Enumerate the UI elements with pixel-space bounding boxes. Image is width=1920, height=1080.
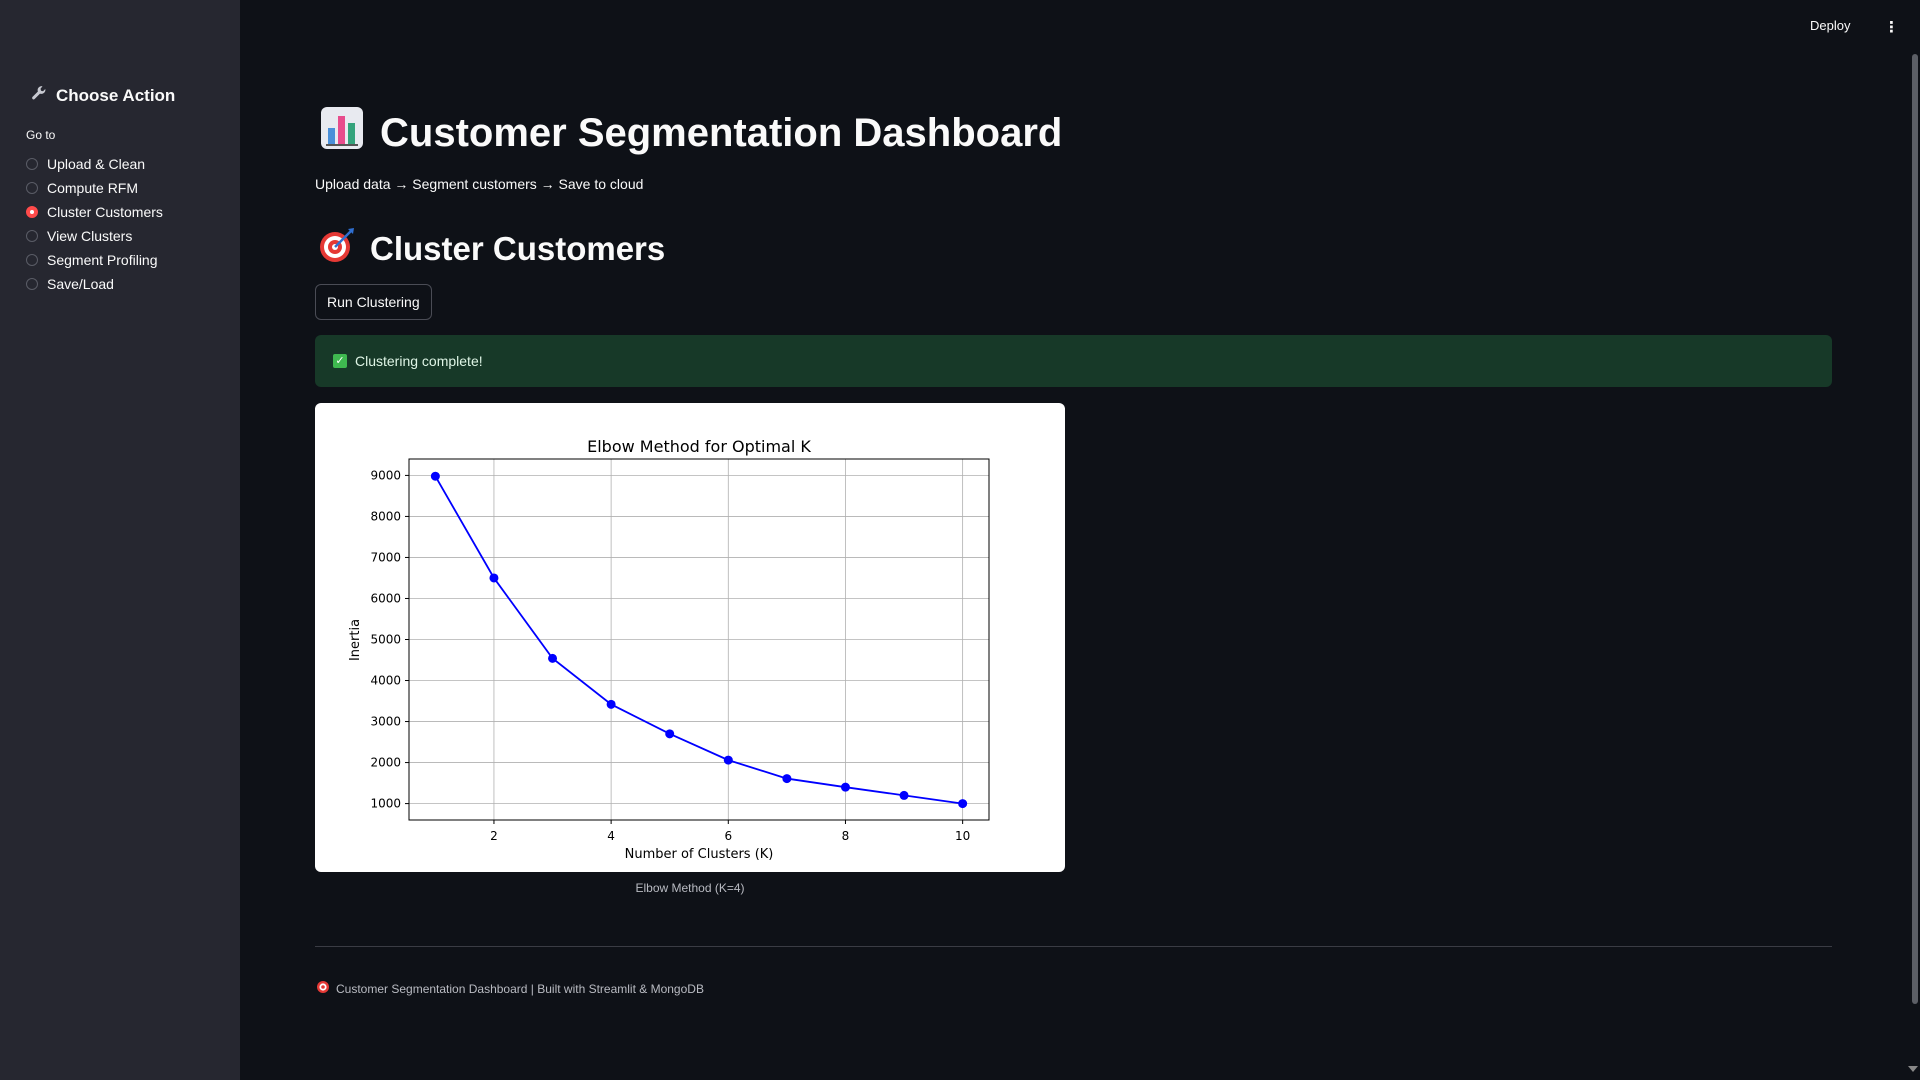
x-tick-label: 4 bbox=[607, 829, 615, 843]
nav-save-load[interactable]: Save/Load bbox=[26, 272, 163, 296]
nav-item-label: Cluster Customers bbox=[47, 204, 163, 220]
section-title-text: Cluster Customers bbox=[370, 230, 666, 267]
sidebar-title: Choose Action bbox=[30, 84, 175, 107]
check-icon: ✓ bbox=[333, 354, 347, 368]
goto-label: Go to bbox=[26, 128, 56, 142]
series-line bbox=[434, 475, 963, 805]
success-alert: ✓ Clustering complete! bbox=[315, 335, 1832, 387]
radio-circle[interactable] bbox=[26, 230, 38, 242]
chart-series bbox=[430, 471, 968, 809]
radio-circle[interactable] bbox=[26, 182, 38, 194]
nav-item-label: Save/Load bbox=[47, 276, 114, 292]
run-clustering-button[interactable]: Run Clustering bbox=[315, 284, 432, 320]
nav-segment-profiling[interactable]: Segment Profiling bbox=[26, 248, 163, 272]
footer-divider bbox=[315, 946, 1832, 947]
y-tick-label: 5000 bbox=[370, 633, 401, 647]
page-subtitle: Upload data → Segment customers → Save t… bbox=[315, 176, 644, 192]
data-point-marker bbox=[548, 653, 558, 663]
nav-item-label: Segment Profiling bbox=[47, 252, 158, 268]
data-point-marker bbox=[899, 790, 909, 800]
x-axis-label: Number of Clusters (K) bbox=[625, 847, 774, 862]
y-tick-label: 6000 bbox=[370, 591, 401, 605]
x-tick-label: 2 bbox=[490, 829, 498, 843]
nav-upload-clean[interactable]: Upload & Clean bbox=[26, 152, 163, 176]
y-tick-label: 4000 bbox=[370, 674, 401, 688]
x-tick-label: 6 bbox=[724, 829, 732, 843]
data-point-marker bbox=[665, 729, 675, 739]
nav-item-label: Compute RFM bbox=[47, 180, 139, 196]
data-point-marker bbox=[723, 755, 733, 765]
y-tick-label: 9000 bbox=[370, 468, 401, 482]
y-tick-label: 3000 bbox=[370, 715, 401, 729]
data-point-marker bbox=[958, 799, 968, 809]
wrench-icon bbox=[30, 84, 48, 107]
data-point-marker bbox=[840, 782, 850, 792]
elbow-chart: 2 4 6 8 10 1000 2000 3000 4000 5000 6000 7000 8000 90… bbox=[348, 437, 990, 862]
elbow-chart-card: 2 4 6 8 10 1000 2000 3000 4000 5000 6000 7000 8000 90… bbox=[315, 403, 1065, 872]
y-tick-label: 7000 bbox=[370, 550, 401, 564]
nav-view-clusters[interactable]: View Clusters bbox=[26, 224, 163, 248]
target-icon bbox=[316, 980, 330, 997]
page-title: Customer Segmentation Dashboard bbox=[320, 106, 1062, 160]
radio-circle[interactable] bbox=[26, 158, 38, 170]
radio-circle[interactable] bbox=[26, 278, 38, 290]
chart-ticks: 2 4 6 8 10 1000 2000 3000 4000 5000 6000 7000 8000 90… bbox=[370, 468, 970, 843]
nav-item-label: Upload & Clean bbox=[47, 156, 146, 172]
x-tick-label: 10 bbox=[955, 829, 970, 843]
scroll-down-arrow-icon[interactable] bbox=[1908, 1066, 1918, 1072]
deploy-button[interactable]: Deploy bbox=[1810, 18, 1850, 33]
data-point-marker bbox=[606, 699, 616, 709]
x-tick-label: 8 bbox=[842, 829, 850, 843]
section-title: Cluster Customers bbox=[318, 226, 665, 272]
y-axis-label: Inertia bbox=[348, 619, 363, 661]
footer-text: Customer Segmentation Dashboard | Built … bbox=[336, 981, 704, 996]
chart-grid bbox=[409, 459, 989, 820]
y-tick-label: 2000 bbox=[370, 756, 401, 770]
radio-circle-selected[interactable] bbox=[26, 206, 38, 218]
nav-radio-group: Upload & Clean Compute RFM Cluster Custo… bbox=[26, 152, 163, 296]
y-tick-label: 8000 bbox=[370, 509, 401, 523]
nav-cluster-customers[interactable]: Cluster Customers bbox=[26, 200, 163, 224]
bar-chart-icon bbox=[320, 106, 364, 160]
chart-caption: Elbow Method (K=4) bbox=[635, 881, 745, 895]
scrollbar[interactable] bbox=[1912, 54, 1918, 1004]
data-point-marker bbox=[489, 573, 499, 583]
chart-title: Elbow Method for Optimal K bbox=[587, 437, 811, 456]
target-icon bbox=[318, 226, 356, 272]
footer: Customer Segmentation Dashboard | Built … bbox=[316, 980, 704, 997]
sidebar: Choose Action Go to Upload & Clean Compu… bbox=[0, 0, 240, 1080]
data-point-marker bbox=[430, 471, 440, 481]
y-tick-label: 1000 bbox=[370, 797, 401, 811]
nav-compute-rfm[interactable]: Compute RFM bbox=[26, 176, 163, 200]
nav-item-label: View Clusters bbox=[47, 228, 133, 244]
success-message: Clustering complete! bbox=[355, 353, 483, 369]
data-point-marker bbox=[782, 774, 792, 784]
sidebar-title-text: Choose Action bbox=[56, 85, 176, 105]
page-title-text: Customer Segmentation Dashboard bbox=[380, 110, 1063, 155]
kebab-menu-icon[interactable]: ⋮ bbox=[1884, 18, 1899, 36]
radio-circle[interactable] bbox=[26, 254, 38, 266]
